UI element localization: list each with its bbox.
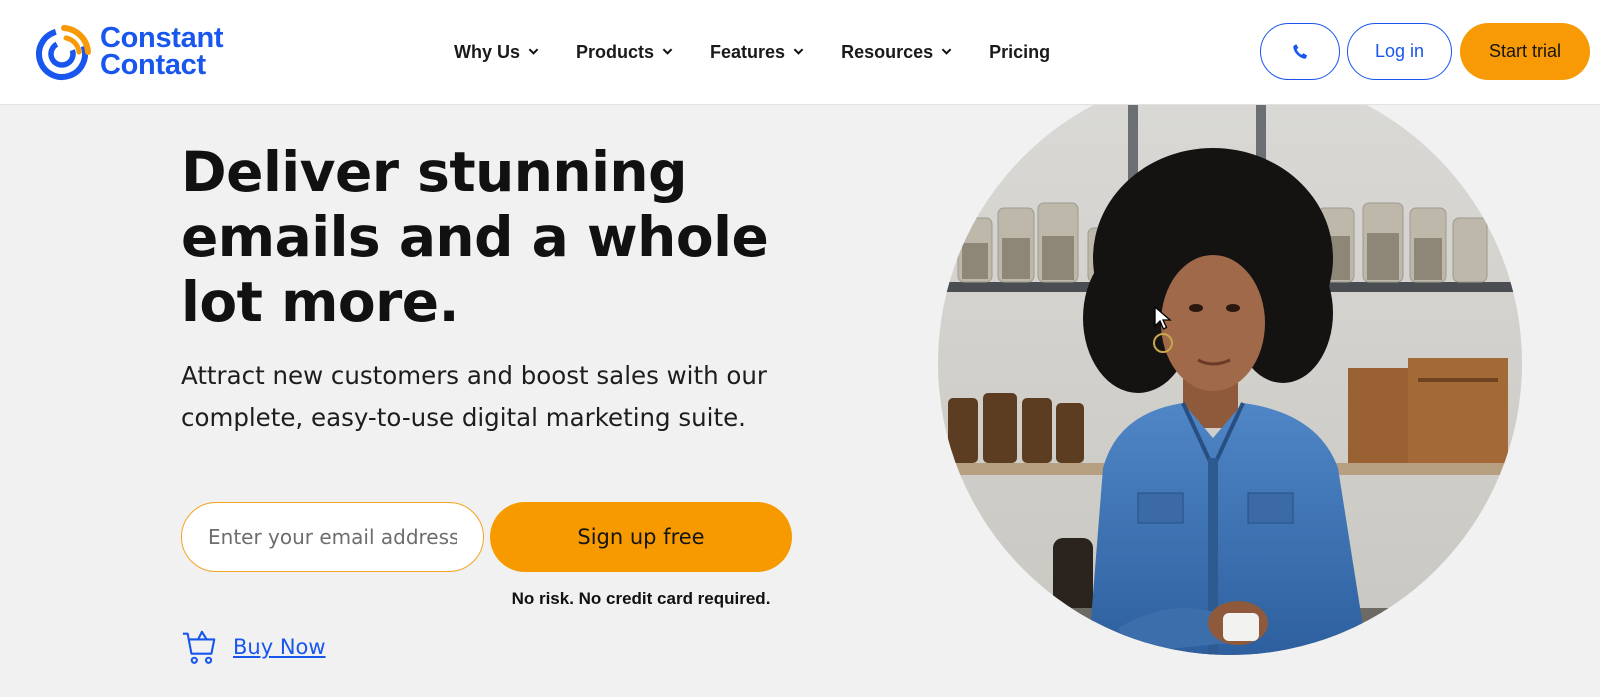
buy-now[interactable]: Buy Now [181, 628, 326, 666]
main-nav: Why Us Products Features Resources Prici… [454, 38, 1087, 66]
email-input[interactable] [181, 502, 484, 572]
logo-line-2: Contact [100, 49, 206, 81]
nav-features[interactable]: Features [710, 38, 804, 66]
cart-icon [182, 630, 216, 664]
nav-products[interactable]: Products [576, 38, 673, 66]
nav-pricing[interactable]: Pricing [989, 38, 1050, 66]
chevron-down-icon [941, 47, 952, 55]
nav-label: Why Us [454, 41, 521, 62]
nav-label: Resources [841, 41, 934, 62]
logo-wordmark: Constant Contact [100, 22, 224, 81]
hero-title: Deliver stunning emails and a whole lot … [181, 140, 769, 334]
nav-resources[interactable]: Resources [841, 38, 952, 66]
nav-label: Features [710, 41, 786, 62]
hero-photo [938, 105, 1522, 655]
logo-mark-icon [36, 25, 91, 80]
chevron-down-icon [662, 47, 673, 55]
buy-now-link[interactable]: Buy Now [233, 635, 326, 659]
chevron-down-icon [793, 47, 804, 55]
mouse-cursor-icon [1154, 306, 1172, 330]
constant-contact-logo[interactable]: Constant Contact [34, 22, 224, 82]
phone-icon [1293, 43, 1308, 59]
sign-up-free-button[interactable]: Sign up free [490, 502, 792, 572]
chevron-down-icon [528, 47, 539, 55]
logo-line-1: Constant [100, 22, 224, 54]
nav-label: Pricing [989, 41, 1051, 62]
nav-label: Products [576, 41, 655, 62]
no-risk-note: No risk. No credit card required. [511, 589, 771, 608]
nav-why-us[interactable]: Why Us [454, 38, 539, 66]
hero-subtitle: Attract new customers and boost sales wi… [181, 361, 767, 432]
